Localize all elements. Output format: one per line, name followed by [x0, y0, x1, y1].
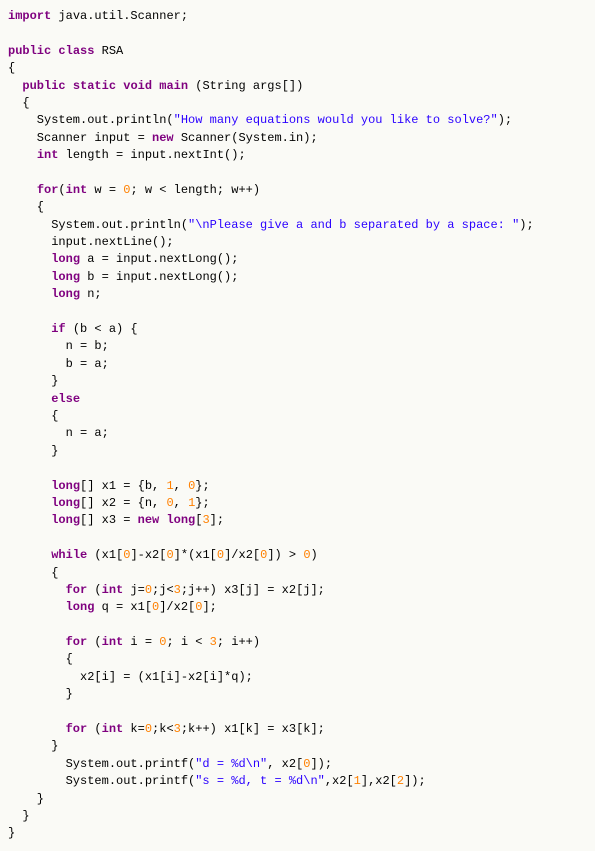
kw-new: new: [152, 131, 174, 145]
kw-main: main: [159, 79, 188, 93]
code-block: import java.util.Scanner; public class R…: [8, 8, 587, 843]
num: 1: [354, 774, 361, 788]
string: "d = %d\n": [195, 757, 267, 771]
type: String: [202, 79, 245, 93]
kw-new: new: [138, 513, 160, 527]
num: 0: [166, 548, 173, 562]
string: "How many equations would you like to so…: [174, 113, 498, 127]
num: 1: [166, 479, 173, 493]
num: 0: [217, 548, 224, 562]
kw-long: long: [51, 252, 80, 266]
num: 2: [397, 774, 404, 788]
num: 0: [159, 635, 166, 649]
kw-long: long: [51, 287, 80, 301]
kw-long: long: [166, 513, 195, 527]
kw-for: for: [66, 722, 88, 736]
num: 0: [303, 757, 310, 771]
num: 0: [123, 183, 130, 197]
kw-for: for: [37, 183, 59, 197]
kw-static: static: [73, 79, 116, 93]
kw-int: int: [102, 583, 124, 597]
kw-public: public: [22, 79, 65, 93]
num: 0: [195, 600, 202, 614]
string: "s = %d, t = %d\n": [195, 774, 325, 788]
num: 0: [123, 548, 130, 562]
num: 0: [166, 496, 173, 510]
num: 3: [174, 583, 181, 597]
string: "\nPlease give a and b separated by a sp…: [188, 218, 519, 232]
num: 3: [210, 635, 217, 649]
kw-int: int: [66, 183, 88, 197]
kw-int: int: [102, 722, 124, 736]
kw-int: int: [102, 635, 124, 649]
kw-else: else: [51, 392, 80, 406]
num: 0: [188, 479, 195, 493]
num: 0: [303, 548, 310, 562]
kw-int: int: [37, 148, 59, 162]
param: args: [253, 79, 282, 93]
kw-long: long: [51, 513, 80, 527]
num: 3: [202, 513, 209, 527]
kw-long: long: [51, 479, 80, 493]
kw-for: for: [66, 635, 88, 649]
kw-import: import: [8, 9, 51, 23]
num: 3: [174, 722, 181, 736]
kw-class: class: [58, 44, 94, 58]
num: 0: [152, 600, 159, 614]
kw-long: long: [51, 270, 80, 284]
kw-for: for: [66, 583, 88, 597]
num: 0: [145, 583, 152, 597]
num: 0: [260, 548, 267, 562]
class-name: RSA: [102, 44, 124, 58]
kw-if: if: [51, 322, 65, 336]
kw-long: long: [51, 496, 80, 510]
kw-while: while: [51, 548, 87, 562]
num: 0: [145, 722, 152, 736]
kw-void: void: [123, 79, 152, 93]
kw-public: public: [8, 44, 51, 58]
txt: java.util.Scanner;: [51, 9, 188, 23]
kw-long: long: [66, 600, 95, 614]
num: 1: [188, 496, 195, 510]
